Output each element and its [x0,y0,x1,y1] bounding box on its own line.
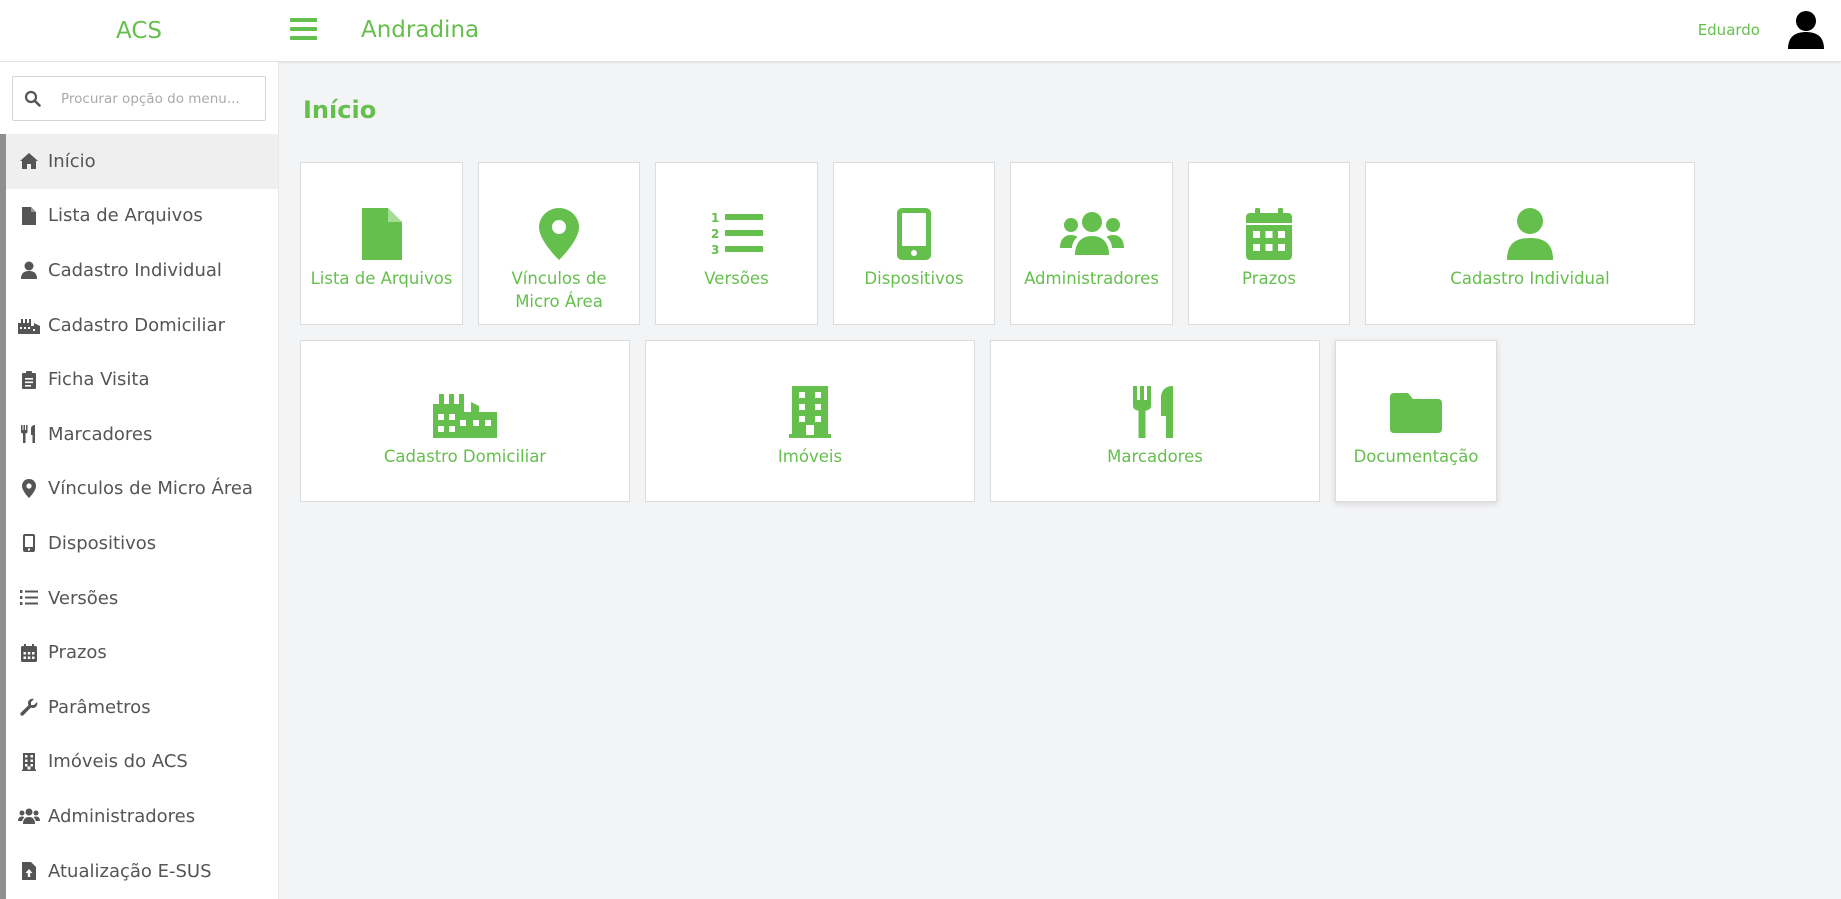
file-icon [301,208,462,260]
menu-search [12,76,266,121]
sidebar-item-label: Parâmetros [48,696,151,718]
map-marker-icon [18,479,40,499]
username[interactable]: Eduardo [1660,0,1760,60]
map-marker-icon [479,208,639,260]
sidebar-item-label: Atualização E-SUS [48,860,212,882]
industry-icon [18,315,40,335]
sidebar-item-inicio[interactable]: Início [6,134,278,189]
sidebar-item-label: Início [48,150,96,172]
list-ol-icon: 1 2 3 [656,211,817,257]
tile-label: Versões [704,269,769,288]
tile-cadastro-domiciliar[interactable]: Cadastro Domiciliar [300,340,630,502]
tile-label: Vínculos de Micro Área [511,269,607,311]
tile-label: Documentação [1353,447,1479,466]
sidebar-item-label: Vínculos de Micro Área [48,478,253,500]
tile-label: Administradores [1024,269,1159,288]
utensils-icon [991,386,1319,438]
tile-administradores[interactable]: Administradores [1010,162,1173,325]
sidebar-item-versoes[interactable]: Versões [6,571,278,626]
tile-marcadores[interactable]: Marcadores [990,340,1320,502]
users-icon [18,806,40,826]
tile-dispositivos[interactable]: Dispositivos [833,162,995,325]
svg-text:3: 3 [711,243,719,257]
sidebar-item-prazos[interactable]: Prazos [6,625,278,680]
sidebar-item-vinculos-de-micro-area[interactable]: Vínculos de Micro Área [6,462,278,517]
tile-label: Lista de Arquivos [310,269,453,288]
app-brand[interactable]: ACS [0,0,278,62]
file-icon [18,206,40,226]
mobile-icon [834,208,994,260]
tile-label: Marcadores [1107,447,1203,466]
sidebar-item-marcadores[interactable]: Marcadores [6,407,278,462]
mobile-icon [18,533,40,553]
wrench-icon [18,697,40,717]
tile-documentacao[interactable]: Documentação [1335,340,1497,502]
top-header: ACS Andradina Eduardo [0,0,1841,62]
sidebar-item-ficha-visita[interactable]: Ficha Visita [6,352,278,407]
sidebar: Início Lista de Arquivos Cadastro Indivi… [0,62,279,899]
tile-label: Dispositivos [864,269,964,288]
city-name: Andradina [361,17,480,43]
sidebar-menu: Início Lista de Arquivos Cadastro Indivi… [6,134,278,898]
sidebar-item-label: Cadastro Domiciliar [48,314,225,336]
sidebar-item-imoveis-do-acs[interactable]: Imóveis do ACS [6,735,278,790]
sidebar-item-label: Lista de Arquivos [48,205,203,227]
user-avatar-icon[interactable] [1786,9,1826,49]
tile-label: Cadastro Individual [1450,269,1610,288]
industry-icon [301,386,629,438]
sidebar-item-cadastro-domiciliar[interactable]: Cadastro Domiciliar [6,298,278,353]
sidebar-item-label: Dispositivos [48,532,157,554]
sidebar-item-atualizacao-e-sus[interactable]: Atualização E-SUS [6,844,278,899]
sidebar-item-cadastro-individual[interactable]: Cadastro Individual [6,243,278,298]
sidebar-item-label: Cadastro Individual [48,259,222,281]
list-ol-icon [18,588,40,608]
sidebar-item-dispositivos[interactable]: Dispositivos [6,516,278,571]
file-upload-icon [18,861,40,881]
tile-imoveis[interactable]: Imóveis [645,340,975,502]
sidebar-item-lista-de-arquivos[interactable]: Lista de Arquivos [6,189,278,244]
tile-label: Cadastro Domiciliar [383,447,547,466]
tile-lista-de-arquivos[interactable]: Lista de Arquivos [300,162,463,325]
sidebar-item-parametros[interactable]: Parâmetros [6,680,278,735]
sidebar-item-label: Prazos [48,642,107,664]
user-icon [1366,208,1694,260]
user-icon [18,260,40,280]
sidebar-item-label: Administradores [48,805,196,827]
clipboard-icon [18,370,40,390]
tile-label: Prazos [1242,269,1296,288]
tile-prazos[interactable]: Prazos [1188,162,1350,325]
tile-versoes[interactable]: 1 2 3 Versões [655,162,818,325]
svg-text:2: 2 [711,227,719,241]
sidebar-item-label: Imóveis do ACS [48,751,188,773]
home-icon [18,151,40,171]
sidebar-item-administradores[interactable]: Administradores [6,789,278,844]
building-icon [18,752,40,772]
menu-search-input[interactable] [61,77,261,120]
tile-cadastro-individual[interactable]: Cadastro Individual [1365,162,1695,325]
tile-vinculos-de-micro-area[interactable]: Vínculos de Micro Área [478,162,640,325]
utensils-icon [18,424,40,444]
calendar-icon [18,643,40,663]
menu-toggle-icon[interactable] [290,18,317,42]
svg-text:1: 1 [711,211,719,225]
calendar-icon [1189,208,1349,260]
users-icon [1011,211,1172,255]
sidebar-item-label: Versões [48,587,119,609]
building-icon [646,386,974,438]
tile-label: Imóveis [777,447,843,466]
folder-icon [1336,393,1496,433]
sidebar-item-label: Marcadores [48,423,153,445]
search-icon [24,90,41,107]
page-title: Início [303,96,377,124]
sidebar-item-label: Ficha Visita [48,369,150,391]
